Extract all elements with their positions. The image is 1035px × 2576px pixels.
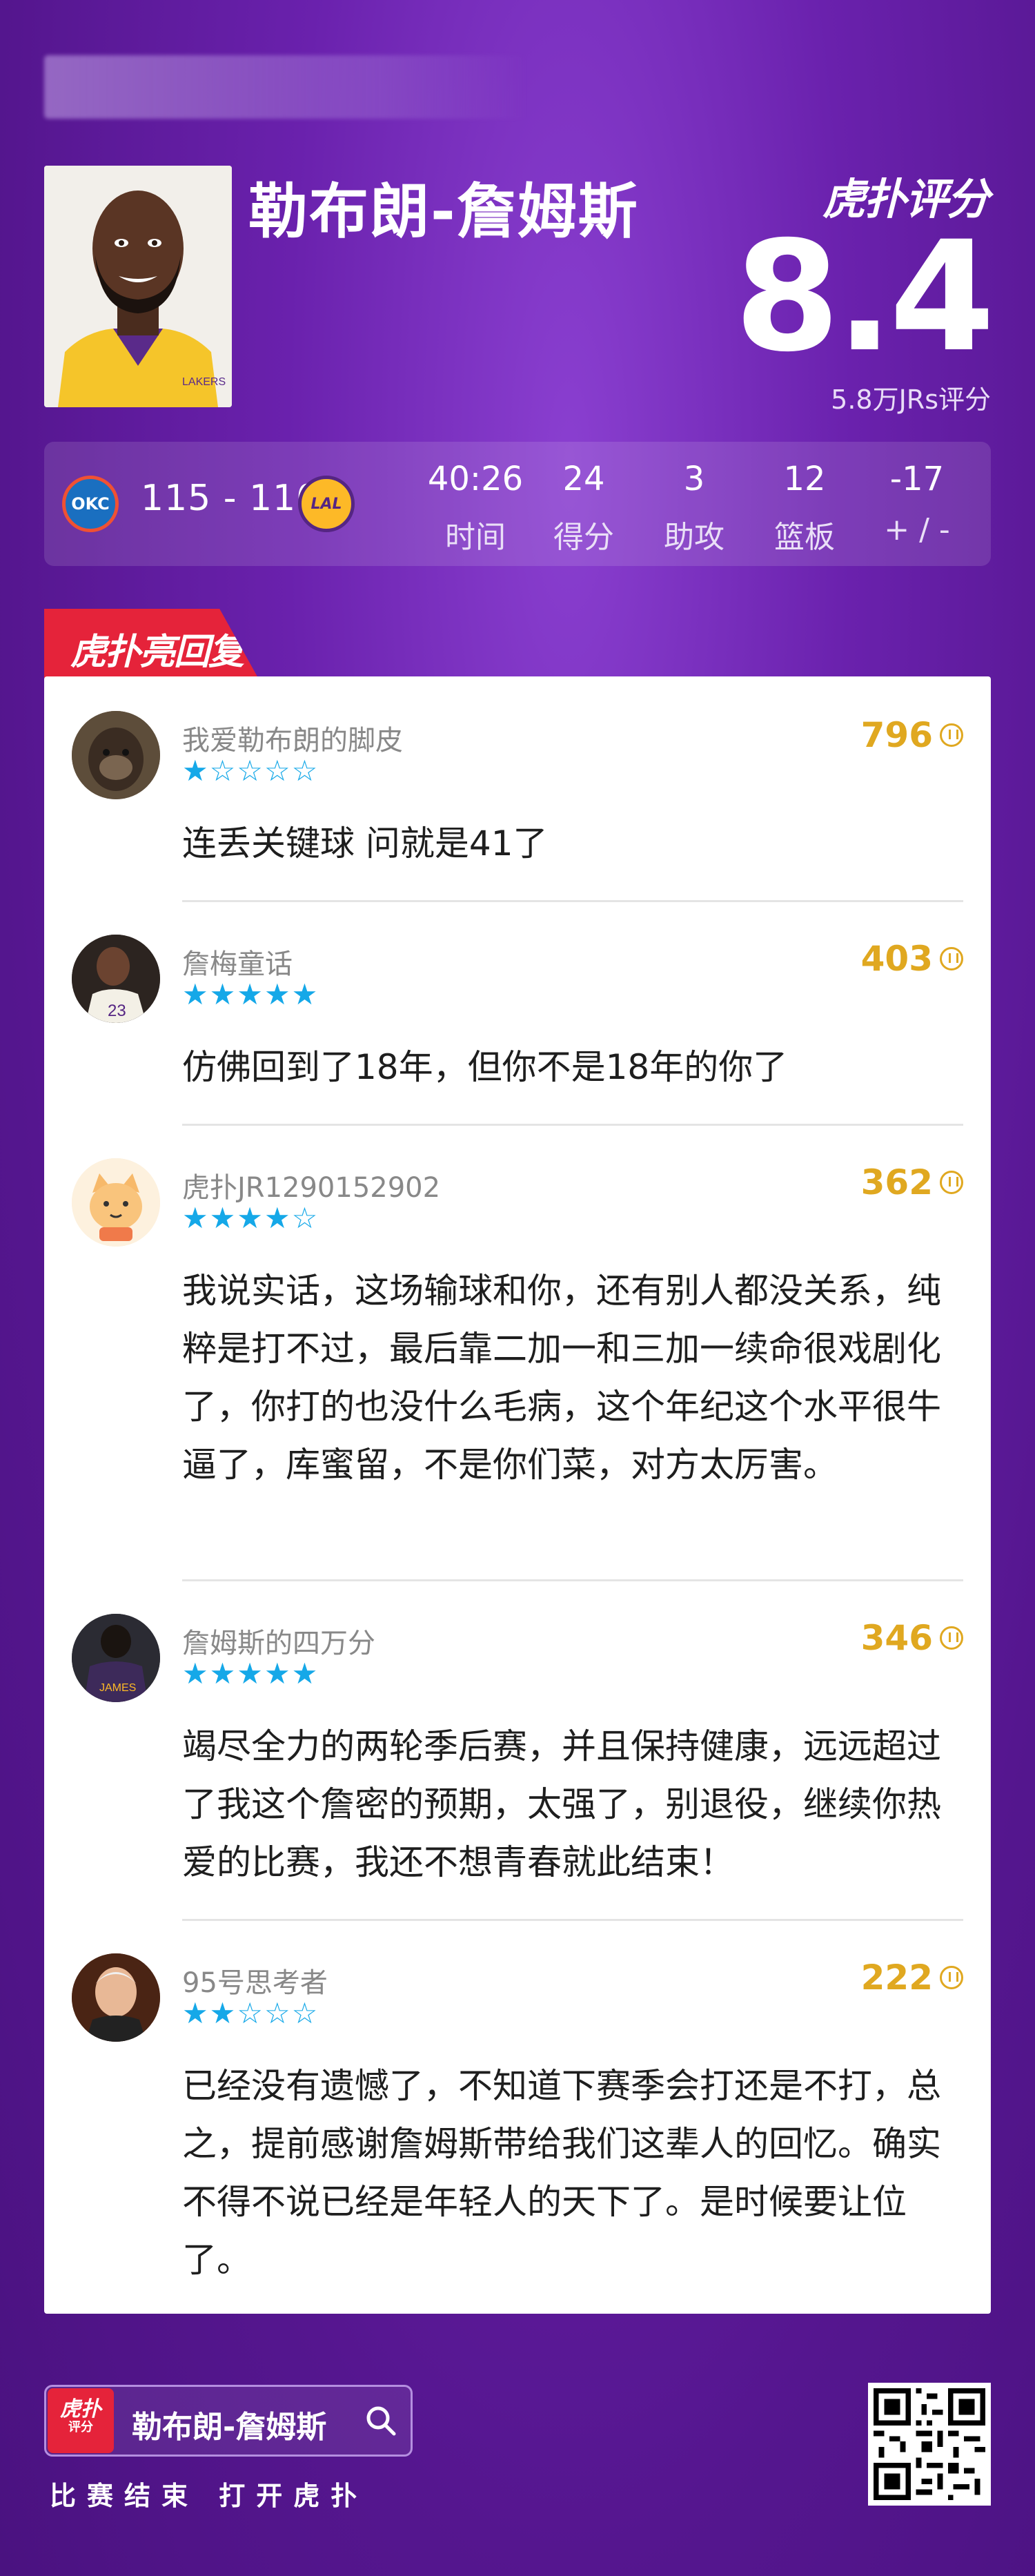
- stat-label: + / -: [884, 512, 950, 547]
- ape-avatar-icon: [72, 711, 160, 799]
- comment-stars: ★★☆☆☆: [182, 1996, 319, 2030]
- stat-value: 3: [683, 460, 705, 498]
- comment-likes[interactable]: 362: [861, 1162, 963, 1202]
- like-count: 796: [860, 715, 933, 755]
- search-query: 勒布朗-詹姆斯: [132, 2410, 327, 2445]
- comment-divider: [182, 900, 963, 902]
- lal-team-logo-icon: LAL: [298, 476, 355, 532]
- stat-label: 时间: [445, 520, 506, 555]
- stat-label: 篮板: [774, 520, 835, 555]
- like-count: 362: [860, 1162, 933, 1202]
- lightbulb-icon: [940, 947, 963, 970]
- comment-text: 竭尽全力的两轮季后赛，并且保持健康，远远超过了我这个詹密的预期，太强了，别退役，…: [182, 1726, 941, 1882]
- lightbulb-icon: [940, 723, 963, 747]
- lightbulb-icon: [940, 1966, 963, 1989]
- rating-score: 8.4: [734, 208, 995, 385]
- blurred-header-text: [44, 55, 527, 88]
- logo-subtext: 评分: [68, 2420, 93, 2434]
- avatar[interactable]: 23: [72, 935, 160, 1023]
- comment-stars: ★☆☆☆☆: [182, 754, 319, 788]
- stat-assists: 3 助攻: [653, 460, 736, 556]
- search-box[interactable]: 虎扑 评分 勒布朗-詹姆斯: [44, 2385, 413, 2457]
- comment-text: 连丢关键球 问就是41了: [182, 823, 548, 863]
- like-count: 403: [860, 939, 933, 979]
- stat-value: 12: [783, 460, 826, 498]
- stat-rebounds: 12 篮板: [763, 460, 846, 556]
- stat-plus-minus: -17 + / -: [872, 460, 962, 547]
- player-avatar-icon: 23: [72, 935, 160, 1023]
- comment-username[interactable]: 95号思考者: [182, 1960, 328, 2000]
- thinker-avatar-icon: [72, 1953, 160, 2042]
- qr-code-icon[interactable]: [868, 2383, 991, 2506]
- player-photo: LAKERS: [44, 166, 232, 407]
- comment-likes[interactable]: 796: [861, 715, 963, 755]
- comment-stars: ★★★★☆: [182, 1201, 319, 1235]
- svg-text:JAMES: JAMES: [99, 1682, 136, 1694]
- stat-minutes: 40:26 时间: [424, 460, 527, 556]
- lightbulb-icon: [940, 1626, 963, 1650]
- blurred-header-bar: [44, 55, 527, 119]
- avatar[interactable]: JAMES: [72, 1614, 160, 1702]
- comment-text: 已经没有遗憾了，不知道下赛季会打还是不打，总之，提前感谢詹姆斯带给我们这辈人的回…: [182, 2066, 941, 2280]
- comment-divider: [182, 1124, 963, 1126]
- hot-replies-tag: 虎扑亮回复: [44, 609, 258, 678]
- comment-username[interactable]: 虎扑JR1290152902: [182, 1165, 440, 1205]
- comment-stars: ★★★★★: [182, 1657, 319, 1690]
- cat-avatar-icon: [72, 1158, 160, 1247]
- search-icon[interactable]: [364, 2403, 398, 2438]
- stat-label: 助攻: [664, 520, 724, 555]
- comment-stars: ★★★★★: [182, 977, 319, 1011]
- player-name: 勒布朗-詹姆斯: [248, 177, 639, 246]
- lightbulb-icon: [940, 1171, 963, 1194]
- comment-likes[interactable]: 346: [861, 1618, 963, 1658]
- comment-username[interactable]: 我爱勒布朗的脚皮: [182, 718, 403, 758]
- comments-card: 我爱勒布朗的脚皮 ★☆☆☆☆ 796 连丢关键球 问就是41了 23 詹梅童话 …: [44, 676, 991, 2314]
- player-portrait-icon: LAKERS: [44, 166, 232, 407]
- logo-text: 虎扑: [60, 2397, 101, 2421]
- svg-text:23: 23: [108, 1002, 126, 1020]
- game-score: 115 - 110: [141, 478, 320, 519]
- comment-text: 仿佛回到了18年，但你不是18年的你了: [182, 1047, 788, 1087]
- svg-text:LAKERS: LAKERS: [182, 376, 226, 388]
- stat-value: -17: [889, 460, 945, 498]
- comment-likes[interactable]: 222: [861, 1958, 963, 1998]
- comment-text: 我说实话，这场输球和你，还有别人都没关系，纯粹是打不过，最后靠二加一和三加一续命…: [182, 1271, 941, 1485]
- stat-value: 40:26: [427, 460, 524, 498]
- comment-likes[interactable]: 403: [861, 939, 963, 979]
- avatar[interactable]: [72, 1158, 160, 1247]
- hupu-logo-icon: 虎扑 评分: [48, 2388, 114, 2453]
- hot-replies-title: 虎扑亮回复: [70, 632, 244, 673]
- okc-team-logo-icon: OKC: [62, 476, 119, 532]
- stat-value: 24: [562, 460, 605, 498]
- like-count: 222: [860, 1958, 933, 1998]
- comment-username[interactable]: 詹梅童话: [182, 941, 293, 982]
- avatar[interactable]: [72, 711, 160, 799]
- game-stat-bar: OKC 115 - 110 LAL 40:26 时间 24 得分 3 助攻 12…: [44, 442, 991, 566]
- comment-username[interactable]: 詹姆斯的四万分: [182, 1621, 375, 1661]
- comment-divider: [182, 1579, 963, 1581]
- avatar[interactable]: [72, 1953, 160, 2042]
- like-count: 346: [860, 1618, 933, 1658]
- stat-points: 24 得分: [542, 460, 625, 556]
- qr-pattern: [874, 2388, 985, 2500]
- stat-label: 得分: [553, 520, 614, 555]
- player-back-avatar-icon: JAMES: [72, 1614, 160, 1702]
- rating-count: 5.8万JRs评分: [831, 384, 991, 415]
- comment-divider: [182, 1919, 963, 1921]
- footer-tagline: 比赛结束 打开虎扑: [50, 2481, 368, 2511]
